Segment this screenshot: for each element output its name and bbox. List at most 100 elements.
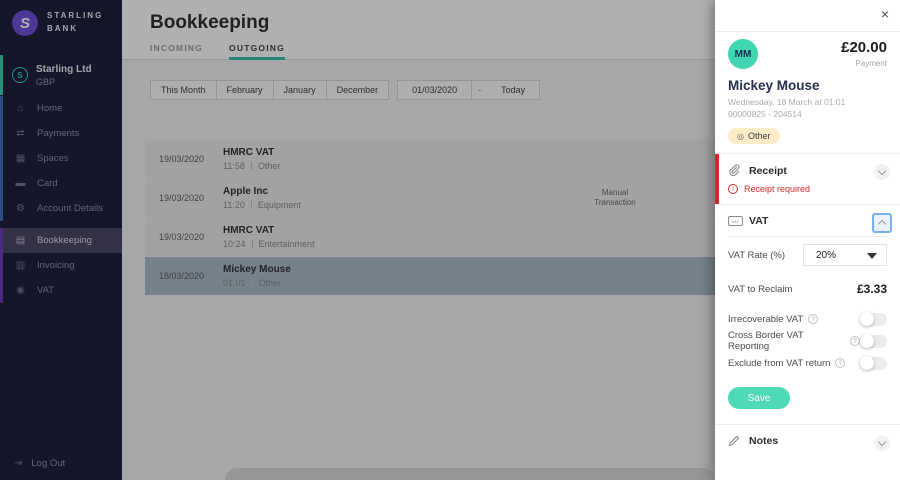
sidebar-item-home[interactable]: ⌂ Home xyxy=(3,96,122,121)
meta-divider xyxy=(250,162,252,170)
starling-logo-icon: S xyxy=(12,10,38,36)
transaction-note: Manual Transaction xyxy=(594,187,636,207)
transaction-date: 19/03/2020 xyxy=(159,154,205,164)
select-caret-icon xyxy=(867,253,877,259)
book-icon: ▤ xyxy=(15,235,26,246)
toggle-knob xyxy=(860,334,874,348)
meta-divider xyxy=(251,240,253,248)
transaction-name: HMRC VAT xyxy=(223,225,275,236)
sidebar: S STARLING BANK S Starling Ltd GBP ⌂ Hom… xyxy=(0,0,122,480)
sidebar-item-vat[interactable]: ◉ VAT xyxy=(3,278,122,303)
chevron-down-icon xyxy=(877,166,887,176)
exclude-vat-return-label: Exclude from VAT return xyxy=(728,357,831,369)
vat-badge-icon: VAT xyxy=(728,216,743,226)
vat-reclaim-value: £3.33 xyxy=(856,282,887,296)
exclude-vat-return-toggle[interactable] xyxy=(860,356,887,370)
panel-summary: MM £20.00 Payment Mickey Mouse Wednesday… xyxy=(715,32,900,153)
transaction-date: 19/03/2020 xyxy=(159,232,205,242)
sidebar-item-label: Home xyxy=(37,103,63,114)
chevron-up-icon xyxy=(877,219,887,229)
save-button[interactable]: Save xyxy=(728,387,790,409)
receipt-title: Receipt xyxy=(749,164,787,177)
tab-outgoing[interactable]: OUTGOING xyxy=(229,43,285,60)
account-icon: S xyxy=(12,67,28,83)
transaction-meta: 01:01 Other xyxy=(223,278,291,288)
date-to-field[interactable]: Today xyxy=(487,81,540,99)
filter-this-month-button[interactable]: This Month xyxy=(150,80,217,100)
meta-divider xyxy=(251,279,253,287)
account-switcher[interactable]: S Starling Ltd GBP xyxy=(0,55,122,95)
info-icon: ? xyxy=(808,314,819,324)
info-icon: ? xyxy=(835,358,846,368)
sidebar-item-label: Invoicing xyxy=(37,260,75,271)
transaction-time: 11:58 xyxy=(223,161,245,171)
tab-bar: INCOMING OUTGOING xyxy=(150,43,715,60)
sidebar-item-bookkeeping[interactable]: ▤ Bookkeeping xyxy=(3,228,122,253)
vat-title: VAT xyxy=(749,215,769,227)
sidebar-item-label: Spaces xyxy=(37,153,69,164)
transaction-time: 10:24 xyxy=(223,239,246,249)
receipt-alert-stripe xyxy=(715,154,719,204)
transaction-category: Other xyxy=(258,278,282,288)
invoice-icon: ▥ xyxy=(15,260,26,271)
avatar: MM xyxy=(728,39,758,69)
sidebar-item-spaces[interactable]: ▦ Spaces xyxy=(3,146,122,171)
table-row[interactable]: 19/03/2020 HMRC VAT 10:24 Entertainment xyxy=(145,218,715,256)
sidebar-item-invoicing[interactable]: ▥ Invoicing xyxy=(3,253,122,278)
sidebar-nav-secondary: ▤ Bookkeeping ▥ Invoicing ◉ VAT xyxy=(0,228,122,303)
filter-january-button[interactable]: January xyxy=(272,80,327,100)
irrecoverable-vat-toggle[interactable] xyxy=(860,312,887,326)
transaction-list: 19/03/2020 HMRC VAT 11:58 Other 19/03/20… xyxy=(145,140,715,296)
vat-rate-value: 20% xyxy=(816,249,837,261)
category-icon: ◎ xyxy=(737,131,744,141)
transaction-detail-panel: × MM £20.00 Payment Mickey Mouse Wednesd… xyxy=(715,0,900,480)
vat-collapse-button[interactable] xyxy=(872,213,892,233)
receipt-expand-button[interactable] xyxy=(874,164,890,180)
payee-name: Mickey Mouse xyxy=(728,78,820,93)
transaction-type: Payment xyxy=(855,59,887,68)
table-row[interactable]: 19/03/2020 HMRC VAT 11:58 Other xyxy=(145,140,715,178)
pencil-icon xyxy=(728,435,743,447)
meta-divider xyxy=(250,201,252,209)
date-range-separator: - xyxy=(478,85,482,95)
sidebar-item-label: VAT xyxy=(37,285,55,296)
vat-rate-label: VAT Rate (%) xyxy=(728,249,786,261)
table-row[interactable]: 19/03/2020 Apple Inc 11:20 Equipment Man… xyxy=(145,179,715,217)
notes-title: Notes xyxy=(749,435,779,447)
sidebar-item-account-details[interactable]: ⚙ Account Details xyxy=(3,196,122,221)
transaction-meta: 11:58 Other xyxy=(223,161,280,171)
transaction-datetime: Wednesday, 18 March at 01:01 xyxy=(728,97,846,107)
tab-incoming[interactable]: INCOMING xyxy=(150,43,203,60)
date-from-field[interactable]: 01/03/2020 xyxy=(398,81,473,99)
logout-button[interactable]: ⇥ Log Out xyxy=(14,458,65,469)
toggle-knob xyxy=(860,356,874,370)
page-title: Bookkeeping xyxy=(150,12,270,33)
filter-february-button[interactable]: February xyxy=(215,80,274,100)
notes-expand-button[interactable] xyxy=(874,435,890,451)
filter-december-button[interactable]: December xyxy=(325,80,390,100)
transaction-time: 01:01 xyxy=(223,278,246,288)
transaction-name: Apple Inc xyxy=(223,186,269,197)
transaction-meta: 11:20 Equipment xyxy=(223,200,301,210)
transaction-date: 19/03/2020 xyxy=(159,193,205,203)
info-icon: ? xyxy=(850,336,860,346)
transaction-name: Mickey Mouse xyxy=(223,264,291,275)
irrecoverable-vat-label: Irrecoverable VAT xyxy=(728,313,804,325)
brand-logo: S STARLING BANK xyxy=(0,0,122,36)
sidebar-item-label: Bookkeeping xyxy=(37,235,92,246)
sidebar-item-card[interactable]: ▬ Card xyxy=(3,171,122,196)
vat-rate-select[interactable]: 20% xyxy=(803,244,887,266)
table-row-selected[interactable]: 18/03/2020 Mickey Mouse 01:01 Other xyxy=(145,257,715,295)
category-badge-label: Other xyxy=(747,131,771,141)
sidebar-nav-primary: ⌂ Home ⇄ Payments ▦ Spaces ▬ Card ⚙ Acco… xyxy=(0,96,122,221)
card-icon: ▬ xyxy=(15,178,26,189)
spaces-icon: ▦ xyxy=(15,153,26,164)
bookkeeping-app: S STARLING BANK S Starling Ltd GBP ⌂ Hom… xyxy=(0,0,900,480)
receipt-section: Receipt ! Receipt required xyxy=(715,153,900,204)
cross-border-vat-toggle[interactable] xyxy=(860,334,887,348)
close-icon[interactable]: × xyxy=(881,7,889,21)
category-badge[interactable]: ◎ Other xyxy=(728,128,780,144)
date-range-picker: 01/03/2020 - Today xyxy=(397,80,541,100)
sidebar-item-payments[interactable]: ⇄ Payments xyxy=(3,121,122,146)
transaction-meta: 10:24 Entertainment xyxy=(223,239,315,249)
